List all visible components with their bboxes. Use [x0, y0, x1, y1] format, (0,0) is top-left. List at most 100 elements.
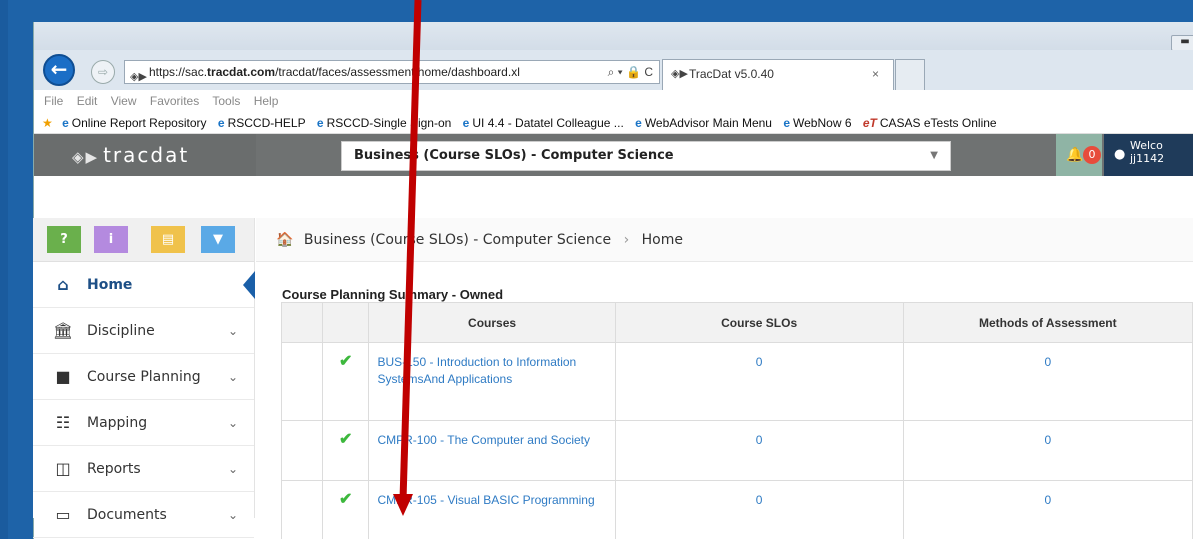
tab-title: TracDat v5.0.40: [689, 67, 774, 81]
new-tab-button[interactable]: [895, 59, 925, 90]
breadcrumb-page: Home: [641, 232, 683, 248]
home-icon[interactable]: 🏠: [276, 232, 293, 248]
unit-selector[interactable]: Business (Course SLOs) - Computer Scienc…: [341, 141, 951, 171]
sidebar-item-discipline[interactable]: 🏛 Discipline ⌄: [33, 308, 254, 354]
home-icon: ⌂: [57, 275, 69, 294]
methods-count[interactable]: 0: [902, 480, 1193, 539]
chevron-down-icon: ⌄: [227, 416, 238, 430]
course-link[interactable]: BUS-150 - Introduction to Information Sy…: [368, 342, 616, 421]
favorite-link[interactable]: e UI 4.4 - Datatel Colleague ...: [463, 116, 624, 130]
row-select-cell[interactable]: [280, 342, 324, 421]
url-path: /tracdat/faces/assessment/home/dashboard…: [275, 65, 520, 79]
back-button[interactable]: ←: [43, 54, 75, 86]
course-link[interactable]: CMPR-105 - Visual BASIC Programming: [368, 480, 616, 539]
ie-page-icon: e: [62, 116, 69, 130]
sidebar-toolbar: ? i ▤ ▼: [33, 218, 254, 262]
row-select-cell[interactable]: [280, 420, 324, 481]
check-icon: ✔: [322, 342, 370, 421]
main-content: 🏠 Business (Course SLOs) - Computer Scie…: [256, 218, 1193, 539]
favorites-bar: ★ e Online Report Repository e RSCCD-HELP …: [34, 112, 1193, 134]
summary-title: Course Planning Summary - Owned: [282, 287, 504, 302]
sidebar-item-documents[interactable]: ▭ Documents ⌄: [33, 492, 254, 538]
forward-button[interactable]: ⇨: [91, 60, 115, 84]
course-summary-table: Courses Course SLOs Methods of Assessmen…: [280, 302, 1193, 539]
institution-icon: 🏛: [52, 321, 74, 340]
logo-mark-icon: ◈▶: [72, 148, 100, 166]
sidebar-item-reports[interactable]: ◫ Reports ⌄: [33, 446, 254, 492]
check-icon: ✔: [322, 420, 370, 481]
menu-tools[interactable]: Tools: [212, 94, 240, 108]
folder-icon: ▭: [55, 505, 71, 524]
chevron-down-icon: ⌄: [227, 324, 238, 338]
menu-view[interactable]: View: [111, 94, 137, 108]
columns-icon: ◫: [55, 459, 71, 478]
header-courses[interactable]: Courses: [368, 302, 616, 343]
header-status: [322, 302, 370, 343]
bell-icon: 🔔: [1066, 147, 1084, 163]
header-select: [280, 302, 324, 343]
favorite-link[interactable]: eT CASAS eTests Online: [863, 116, 997, 130]
course-slos-count[interactable]: 0: [614, 480, 904, 539]
favorites-star-icon[interactable]: ★: [42, 116, 53, 130]
browser-tab[interactable]: ◈▶ TracDat v5.0.40 ×: [662, 59, 894, 90]
back-arrow-icon: ←: [50, 57, 68, 81]
forward-arrow-icon: ⇨: [97, 65, 109, 79]
window-titlebar: ▬: [34, 22, 1193, 51]
book-icon: ■: [55, 367, 71, 386]
chevron-down-icon: ⌄: [227, 508, 238, 522]
header-course-slos[interactable]: Course SLOs: [614, 302, 904, 343]
table-row: ✔ CMPR-100 - The Computer and Society 0 …: [280, 420, 1193, 481]
sidebar-item-label: Mapping: [87, 415, 148, 431]
tab-favicon-icon: ◈▶: [671, 68, 688, 80]
course-slos-count[interactable]: 0: [614, 420, 904, 481]
sidebar-item-home[interactable]: ⌂ Home: [33, 262, 255, 308]
ie-page-icon: e: [783, 116, 791, 130]
url-prefix: https://sac.: [149, 65, 208, 79]
breadcrumb-unit[interactable]: Business (Course SLOs) - Computer Scienc…: [304, 232, 611, 248]
methods-count[interactable]: 0: [902, 420, 1193, 481]
unit-selector-value: Business (Course SLOs) - Computer Scienc…: [354, 148, 674, 163]
address-bar[interactable]: ◈▶ https://sac.tracdat.com/tracdat/faces…: [124, 60, 660, 84]
header-methods[interactable]: Methods of Assessment: [902, 302, 1193, 343]
url-domain: tracdat.com: [207, 65, 276, 79]
help-button[interactable]: ?: [47, 226, 81, 253]
tab-close-icon[interactable]: ×: [872, 60, 879, 88]
notifications-button[interactable]: 🔔 0: [1056, 134, 1102, 176]
list-button[interactable]: ▤: [151, 226, 185, 253]
menu-help[interactable]: Help: [254, 94, 279, 108]
info-button[interactable]: i: [94, 226, 128, 253]
favorite-link[interactable]: e RSCCD-Single Sign-on: [317, 116, 451, 130]
sidebar-item-label: Course Planning: [87, 369, 201, 385]
sidebar-item-course-planning[interactable]: ■ Course Planning ⌄: [33, 354, 254, 400]
app-header: ◈▶ tracdat Business (Course SLOs) - Compu…: [34, 134, 1193, 176]
chevron-down-icon: ▼: [930, 150, 938, 161]
sidebar-item-label: Home: [87, 277, 133, 293]
menu-favorites[interactable]: Favorites: [150, 94, 199, 108]
sidebar-item-mapping[interactable]: ☷ Mapping ⌄: [33, 400, 254, 446]
filter-button[interactable]: ▼: [201, 226, 235, 253]
user-menu[interactable]: ● Welco jj1142: [1104, 134, 1193, 176]
menu-edit[interactable]: Edit: [77, 94, 98, 108]
menu-file[interactable]: File: [44, 94, 63, 108]
tracdat-logo[interactable]: ◈▶ tracdat: [34, 134, 256, 176]
methods-count[interactable]: 0: [902, 342, 1193, 421]
favorite-link[interactable]: e Online Report Repository: [62, 116, 206, 130]
course-slos-count[interactable]: 0: [614, 342, 904, 421]
user-icon: ●: [1114, 147, 1126, 162]
browser-navbar: ← ⇨ ◈▶ https://sac.tracdat.com/tracdat/f…: [34, 50, 1193, 90]
row-select-cell[interactable]: [280, 480, 324, 539]
minimize-button[interactable]: ▬: [1171, 35, 1193, 51]
course-link[interactable]: CMPR-100 - The Computer and Society: [368, 420, 616, 481]
menu-bar: File Edit View Favorites Tools Help: [34, 90, 1193, 112]
address-tools[interactable]: ⌕ ▾ 🔒 C: [608, 61, 653, 83]
notification-badge: 0: [1083, 146, 1101, 164]
favorite-link[interactable]: e RSCCD-HELP: [218, 116, 306, 130]
ie-page-icon: e: [316, 116, 324, 130]
favorite-link[interactable]: e WebAdvisor Main Menu: [635, 116, 772, 130]
welcome-text: Welco: [1130, 139, 1163, 152]
favorite-link[interactable]: e WebNow 6: [783, 116, 851, 130]
ie-page-icon: e: [635, 116, 642, 130]
chevron-down-icon: ⌄: [227, 370, 238, 384]
chevron-down-icon: ⌄: [227, 462, 238, 476]
user-id: jj1142: [1130, 152, 1165, 165]
